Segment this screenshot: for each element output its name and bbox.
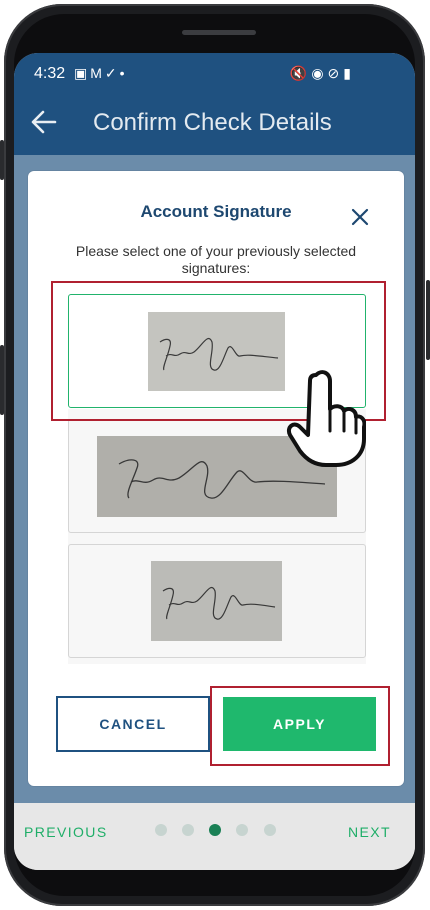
earpiece-speaker <box>182 30 256 35</box>
check-icon: ✓ <box>104 65 120 81</box>
account-signature-dialog: Account Signature Please select one of y… <box>28 171 404 786</box>
signature-option-2[interactable] <box>68 419 366 533</box>
signature-option-1[interactable] <box>68 294 366 408</box>
notification-icons: ▣M✓• <box>74 65 128 82</box>
cancel-button[interactable]: CANCEL <box>56 696 210 752</box>
gmail-icon: M <box>90 65 105 81</box>
apply-button[interactable]: APPLY <box>223 697 376 751</box>
dot-icon: • <box>119 65 128 81</box>
previous-link[interactable]: PREVIOUS <box>24 824 108 840</box>
system-icons: 🔇◉⊘▮ <box>290 65 355 82</box>
signature-scribble <box>151 561 282 641</box>
volume-up-button <box>0 140 4 180</box>
signature-scribble <box>148 312 285 391</box>
page-dot-5[interactable] <box>264 824 276 836</box>
volume-down-button <box>0 345 4 415</box>
page-dot-3[interactable] <box>209 824 221 836</box>
mute-icon: 🔇 <box>289 65 312 81</box>
page-title: Confirm Check Details <box>93 109 332 136</box>
dialog-title: Account Signature <box>140 202 292 221</box>
status-bar: 4:32 ▣M✓• 🔇◉⊘▮ <box>14 53 415 93</box>
status-time: 4:32 <box>34 65 66 82</box>
pager-footer: PREVIOUS NEXT <box>14 803 415 870</box>
signature-option-3[interactable] <box>68 544 366 658</box>
dialog-instruction: Please select one of your previously sel… <box>75 243 357 276</box>
wifi-icon: ◉ <box>311 65 328 81</box>
signature-image-1 <box>148 312 285 391</box>
page-dot-4[interactable] <box>236 824 248 836</box>
signature-image-2 <box>97 436 337 517</box>
signature-scribble <box>97 436 337 517</box>
page-dot-1[interactable] <box>155 824 167 836</box>
app-bar: 4:32 ▣M✓• 🔇◉⊘▮ Confirm Check Details <box>14 53 415 155</box>
back-arrow-icon[interactable] <box>30 108 58 136</box>
signature-image-3 <box>151 561 282 641</box>
next-link[interactable]: NEXT <box>348 824 391 840</box>
app-screen: 4:32 ▣M✓• 🔇◉⊘▮ Confirm Check Details Acc… <box>14 53 415 870</box>
power-button <box>426 280 430 360</box>
page-dot-2[interactable] <box>182 824 194 836</box>
battery-icon: ▮ <box>343 65 355 81</box>
close-icon[interactable] <box>350 207 370 227</box>
no-disturb-icon: ⊘ <box>327 65 344 81</box>
image-icon: ▣ <box>74 65 91 81</box>
